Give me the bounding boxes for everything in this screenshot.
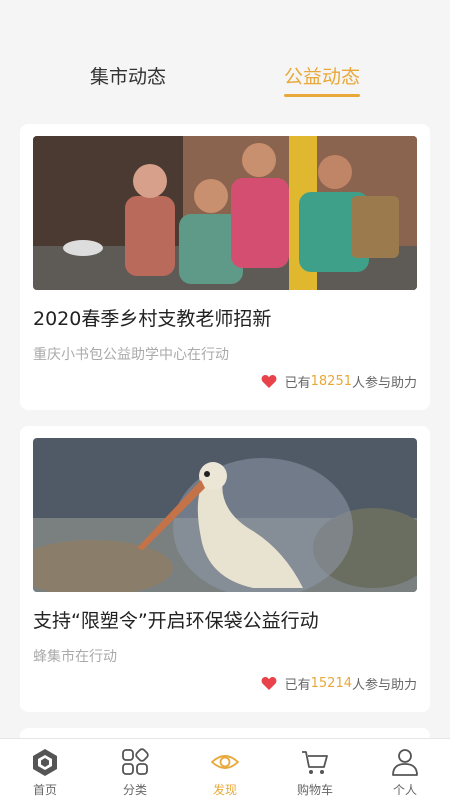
active-tab-indicator	[284, 94, 360, 97]
support-prefix: 已有	[284, 678, 311, 693]
support-count: 15214	[310, 676, 352, 691]
nav-home-label: 首页	[32, 783, 57, 797]
tab-market-news[interactable]: 集市动态	[58, 62, 198, 89]
card-photo-stork	[33, 438, 417, 592]
charity-card[interactable]: 2020春季乡村支教老师招新 重庆小书包公益助学中心在行动 已有 18251 人参与…	[20, 124, 430, 410]
heart-icon	[261, 677, 277, 690]
support-suffix: 人参与助力	[351, 678, 417, 693]
tab-charity-news[interactable]: 公益动态	[252, 62, 392, 89]
nav-category-label: 分类	[122, 783, 147, 797]
category-grid-icon	[122, 748, 149, 775]
nav-discover[interactable]: 发现	[180, 739, 270, 800]
card-title: 支持“限塑令”开启环保袋公益行动	[33, 610, 319, 632]
support-count-row: 已有 15214 人参与助力	[261, 674, 417, 693]
support-prefix: 已有	[284, 376, 311, 391]
support-count-row: 已有 18251 人参与助力	[261, 372, 417, 391]
heart-icon	[261, 375, 277, 388]
nav-category[interactable]: 分类	[90, 739, 180, 800]
top-tabs: 集市动态 公益动态	[0, 0, 450, 110]
eye-icon	[211, 755, 239, 769]
nav-cart-label: 购物车	[296, 783, 333, 797]
card-organizer: 蜂集市在行动	[33, 649, 117, 665]
support-suffix: 人参与助力	[351, 376, 417, 391]
nav-cart[interactable]: 购物车	[270, 739, 360, 800]
nav-profile[interactable]: 个人	[360, 739, 450, 800]
cart-icon	[302, 751, 328, 774]
card-title: 2020春季乡村支教老师招新	[33, 308, 272, 330]
person-icon	[392, 749, 418, 776]
nav-home[interactable]: 首页	[0, 739, 90, 800]
card-photo-children	[33, 136, 417, 290]
bottom-nav: 首页 分类 发现 购物车 个人	[0, 738, 450, 800]
charity-card[interactable]: 支持“限塑令”开启环保袋公益行动 蜂集市在行动 已有 15214 人参与助力	[20, 426, 430, 712]
nav-discover-label: 发现	[212, 783, 237, 797]
home-hex-icon	[33, 749, 57, 776]
card-organizer: 重庆小书包公益助学中心在行动	[33, 347, 229, 363]
support-count: 18251	[310, 374, 352, 389]
nav-profile-label: 个人	[392, 783, 417, 797]
